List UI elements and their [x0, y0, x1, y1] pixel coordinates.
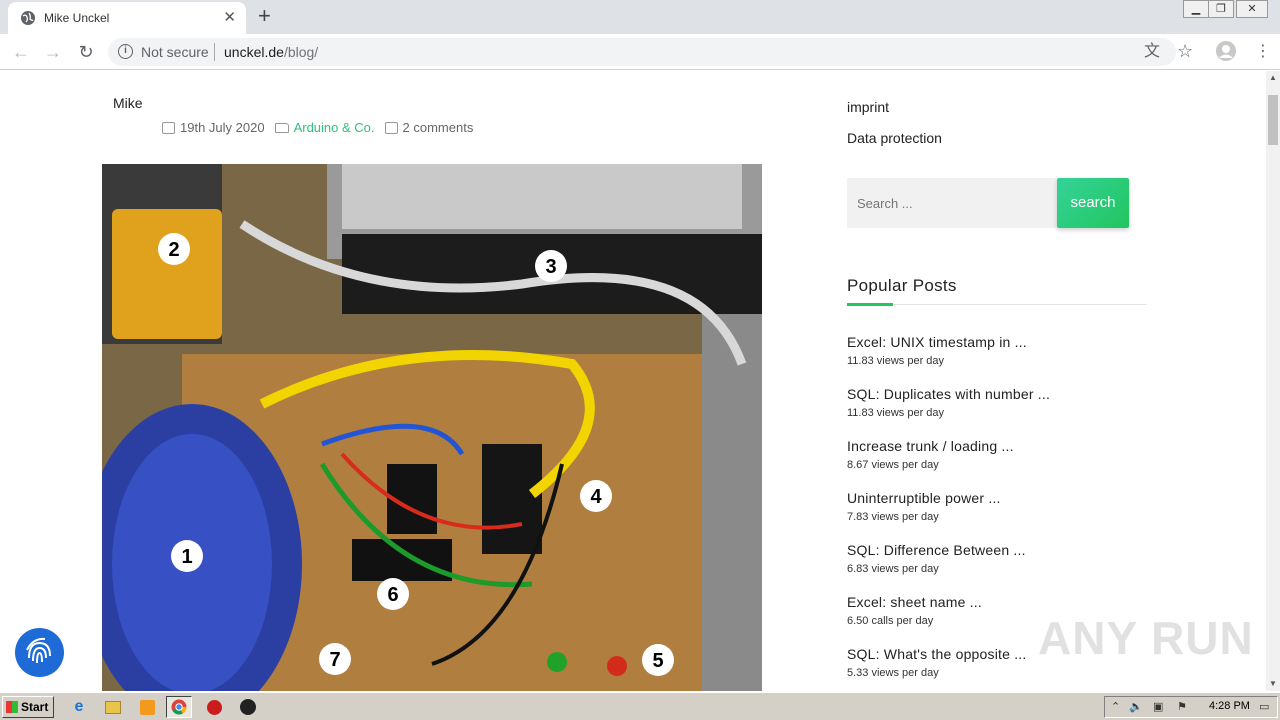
- scroll-down-arrow-icon[interactable]: ▼: [1266, 677, 1280, 691]
- popular-post-item[interactable]: SQL: Difference Between ... 6.83 views p…: [847, 542, 1167, 575]
- back-button[interactable]: ←: [9, 40, 33, 64]
- chrome-taskbar-icon[interactable]: [166, 696, 192, 718]
- url-text: unckel.de/blog/: [224, 44, 318, 60]
- anyrun-taskbar-icon[interactable]: [235, 696, 261, 718]
- popular-post-views: 11.83 views per day: [847, 407, 945, 419]
- popular-post-item[interactable]: Uninterruptible power ... 7.83 views per…: [847, 490, 1167, 523]
- popular-post-views: 6.83 views per day: [847, 563, 939, 575]
- network-icon[interactable]: ▣: [1153, 700, 1163, 713]
- imprint-link[interactable]: imprint: [847, 99, 889, 115]
- explorer-taskbar-icon[interactable]: [100, 696, 126, 718]
- circuit-photo: 1 2 3 4 5 6 7: [102, 164, 762, 691]
- opera-taskbar-icon[interactable]: [201, 696, 227, 718]
- windows-flag-icon: [6, 701, 18, 713]
- system-tray: ⌃ 🔈 ▣ ⚑ 4:28 PM ▭: [1104, 696, 1278, 718]
- post-date[interactable]: 19th July 2020: [180, 120, 265, 135]
- post-author[interactable]: Mike: [113, 95, 143, 111]
- restore-button[interactable]: ❐: [1208, 0, 1234, 18]
- bookmark-star-icon[interactable]: ☆: [1177, 41, 1193, 61]
- fingerprint-fab-button[interactable]: [15, 628, 64, 677]
- browser-tab[interactable]: Mike Unckel ✕: [8, 2, 246, 34]
- popular-post-title[interactable]: Excel: sheet name ...: [847, 594, 1167, 610]
- ie-taskbar-icon[interactable]: e: [66, 696, 92, 718]
- popular-post-views: 7.83 views per day: [847, 511, 939, 523]
- post-meta: 19th July 2020 Arduino & Co. 2 comments: [162, 120, 473, 135]
- menu-kebab-icon[interactable]: ⋮: [1255, 42, 1271, 62]
- fingerprint-icon: [26, 637, 51, 664]
- popular-post-views: 5.33 views per day: [847, 667, 939, 679]
- windows-taskbar: Start e ⌃ 🔈 ▣ ⚑ 4:28 PM ▭: [0, 692, 1280, 720]
- photo-label-6: 6: [387, 584, 398, 606]
- address-bar[interactable]: i Not secure unckel.de/blog/ 文 ☆: [108, 38, 1193, 66]
- folder-icon: [274, 122, 289, 133]
- photo-label-2: 2: [168, 239, 179, 261]
- photo-label-7: 7: [329, 649, 340, 671]
- popular-post-item[interactable]: Excel: UNIX timestamp in ... 11.83 views…: [847, 334, 1167, 367]
- forward-button[interactable]: →: [41, 40, 65, 64]
- popular-post-title[interactable]: Excel: UNIX timestamp in ...: [847, 334, 1167, 350]
- photo-label-5: 5: [652, 650, 663, 672]
- post-comments[interactable]: 2 comments: [403, 120, 474, 135]
- post-image: 1 2 3 4 5 6 7: [102, 164, 762, 691]
- taskbar-clock[interactable]: 4:28 PM: [1209, 700, 1250, 712]
- close-window-button[interactable]: ✕: [1236, 0, 1268, 18]
- photo-label-1: 1: [181, 546, 192, 568]
- start-label: Start: [21, 700, 49, 714]
- show-desktop-icon[interactable]: ▭: [1259, 700, 1269, 713]
- tab-title: Mike Unckel: [44, 11, 110, 25]
- scrollbar-thumb[interactable]: [1268, 95, 1278, 145]
- popular-post-item[interactable]: Increase trunk / loading ... 8.67 views …: [847, 438, 1167, 471]
- post-category[interactable]: Arduino & Co.: [294, 120, 375, 135]
- separator: [214, 43, 215, 61]
- chrome-icon: [171, 699, 187, 715]
- start-button[interactable]: Start: [2, 696, 54, 718]
- scroll-up-arrow-icon[interactable]: ▲: [1266, 71, 1280, 85]
- search-input[interactable]: [847, 178, 1047, 228]
- volume-icon[interactable]: 🔈: [1129, 700, 1143, 713]
- search-field-wrapper: [847, 178, 1057, 228]
- translate-icon[interactable]: 文: [1144, 42, 1160, 62]
- popular-post-views: 8.67 views per day: [847, 459, 939, 471]
- photo-label-4: 4: [590, 486, 602, 508]
- widget-accent-bar: [847, 303, 893, 306]
- action-center-flag-icon[interactable]: ⚑: [1177, 700, 1187, 713]
- tray-expand-icon[interactable]: ⌃: [1111, 700, 1120, 713]
- comment-icon: [384, 121, 398, 134]
- popular-post-title[interactable]: SQL: Duplicates with number ...: [847, 386, 1167, 402]
- new-tab-button[interactable]: +: [258, 4, 271, 28]
- popular-post-item[interactable]: SQL: Duplicates with number ... 11.83 vi…: [847, 386, 1167, 419]
- search-button[interactable]: search: [1057, 178, 1129, 228]
- profile-avatar-icon[interactable]: [1216, 41, 1236, 61]
- popular-posts-title: Popular Posts: [847, 276, 957, 295]
- popular-post-title[interactable]: Increase trunk / loading ...: [847, 438, 1167, 454]
- globe-icon: [21, 11, 35, 25]
- data-protection-link[interactable]: Data protection: [847, 130, 942, 146]
- popular-post-title[interactable]: SQL: Difference Between ...: [847, 542, 1167, 558]
- url-domain: unckel.de: [224, 44, 284, 60]
- url-path: /blog/: [283, 44, 319, 60]
- tab-bar: Mike Unckel ✕ + ▁ ❐ ✕: [0, 0, 1280, 34]
- page-scrollbar[interactable]: ▲ ▼: [1266, 71, 1280, 691]
- info-icon[interactable]: i: [118, 44, 133, 59]
- security-label: Not secure: [141, 44, 209, 60]
- calendar-icon: [162, 121, 175, 134]
- browser-toolbar: ← → ↻ i Not secure unckel.de/blog/ 文 ☆ ⋮: [0, 34, 1280, 70]
- photo-label-3: 3: [545, 256, 556, 278]
- reload-button[interactable]: ↻: [74, 40, 98, 64]
- popular-post-views: 11.83 views per day: [847, 355, 945, 367]
- close-tab-icon[interactable]: ✕: [223, 9, 236, 27]
- media-player-taskbar-icon[interactable]: [134, 696, 160, 718]
- anyrun-watermark: ANY RUN: [1038, 612, 1254, 664]
- minimize-button[interactable]: ▁: [1183, 0, 1209, 18]
- web-page: Mike 19th July 2020 Arduino & Co. 2 comm…: [0, 71, 1266, 691]
- popular-post-title[interactable]: Uninterruptible power ...: [847, 490, 1167, 506]
